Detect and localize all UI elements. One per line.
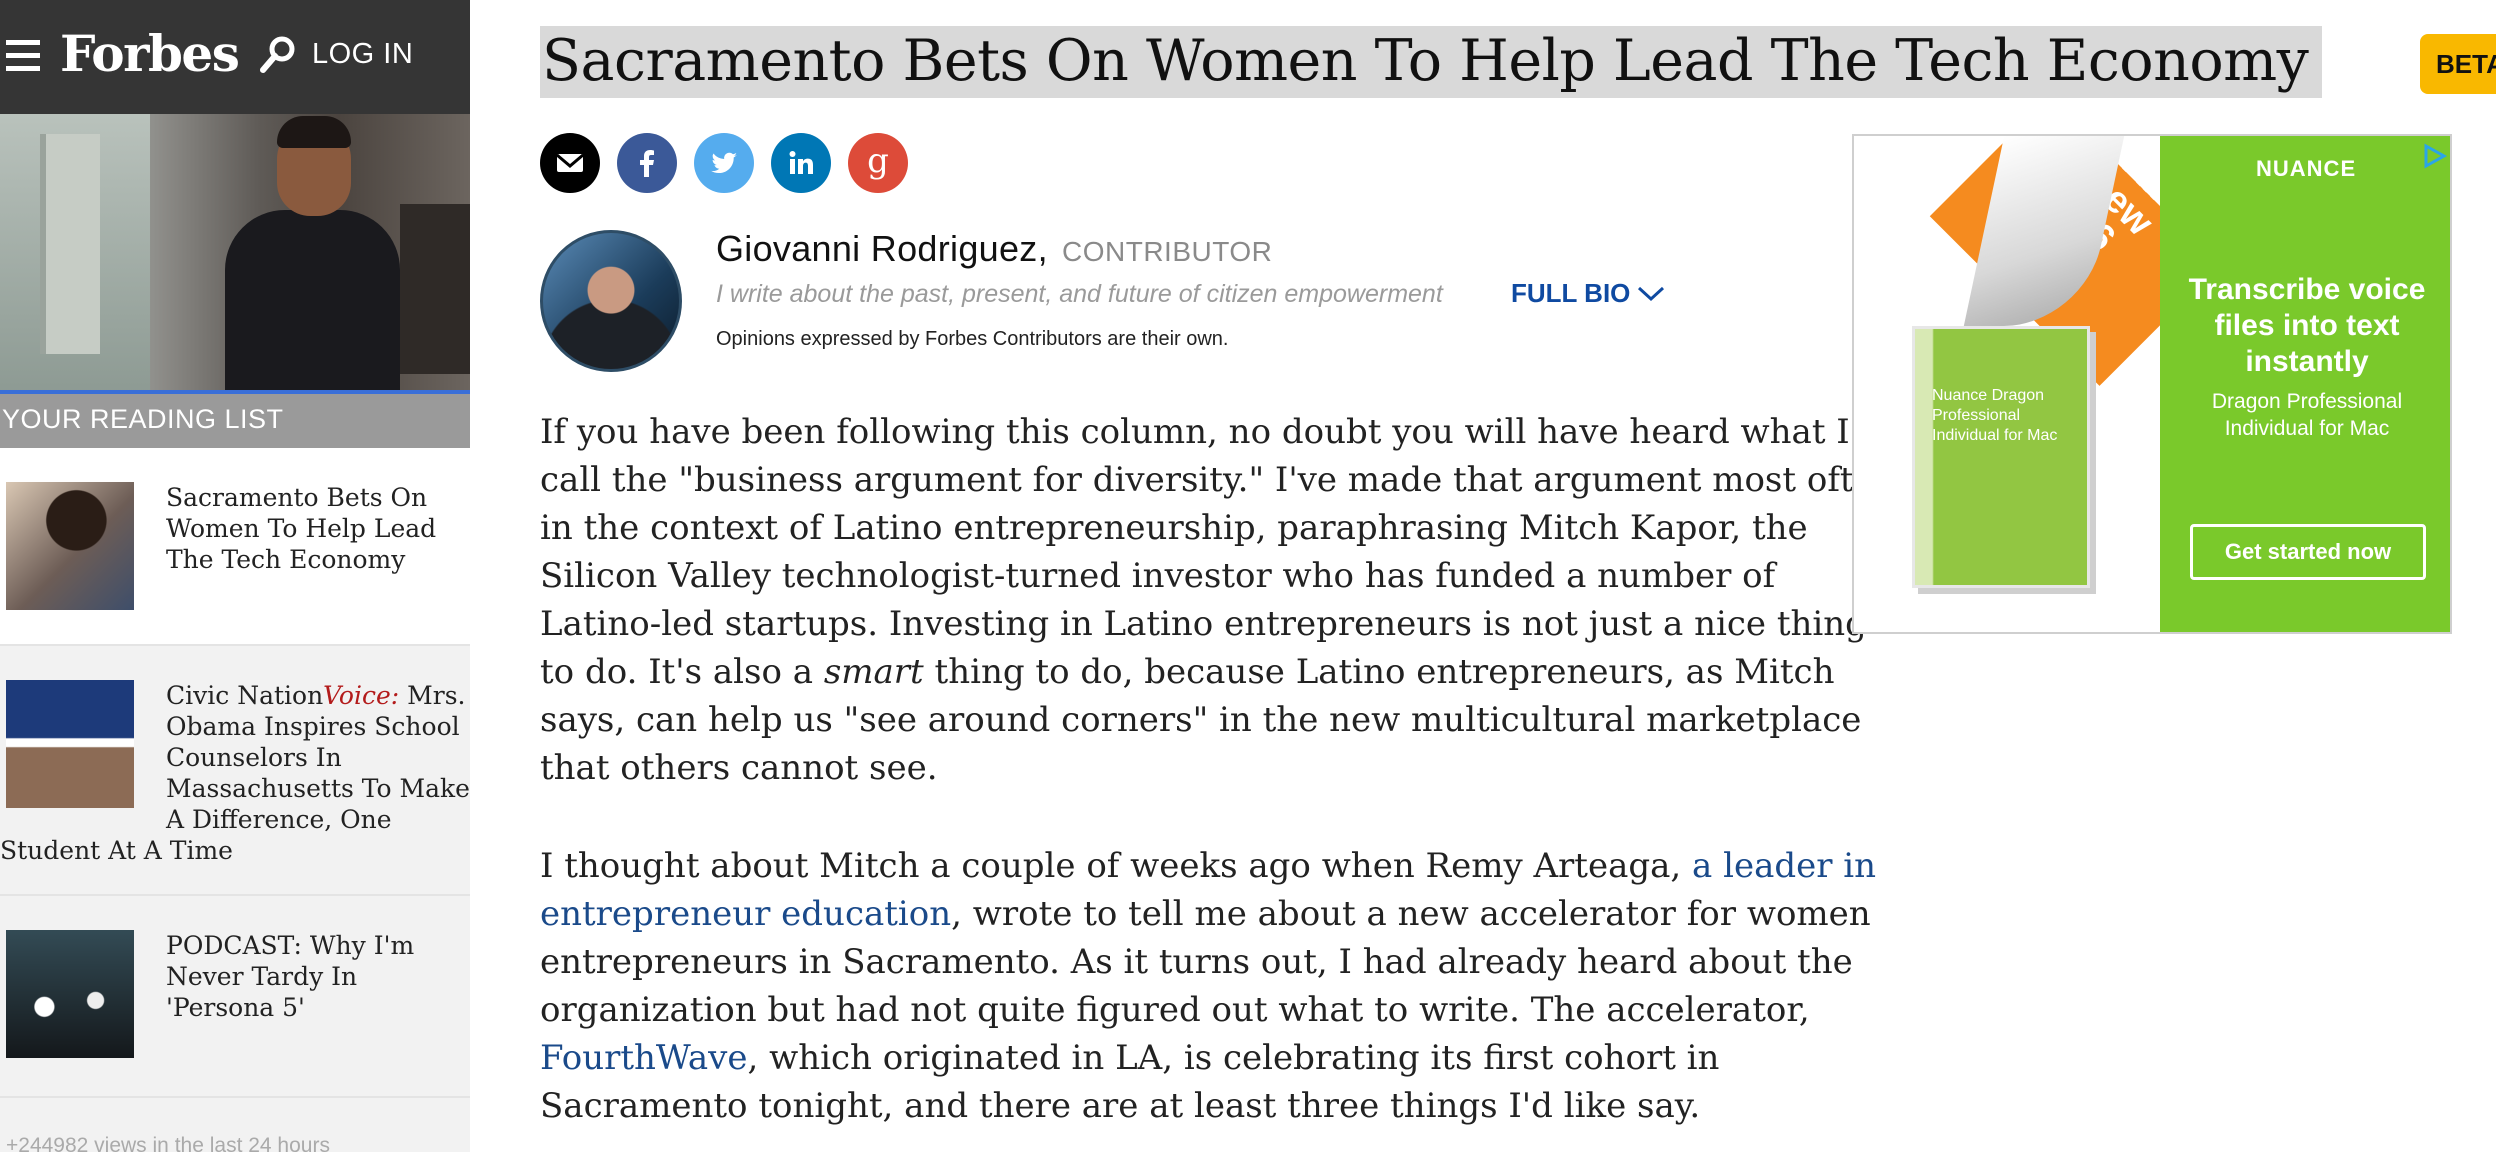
top-bar: Forbes LOG IN [0, 0, 470, 114]
linkedin-share-button[interactable] [771, 133, 831, 193]
beta-badge[interactable]: BETA [2420, 34, 2496, 94]
facebook-share-button[interactable] [617, 133, 677, 193]
leader-in-entrepreneur-education-link[interactable]: a leader in [1692, 846, 1876, 886]
chevron-down-icon [1638, 286, 1665, 301]
hamburger-menu-icon[interactable] [6, 40, 40, 74]
reading-list-thumbnail [6, 482, 134, 610]
email-share-button[interactable] [540, 133, 600, 193]
fourthwave-link[interactable]: FourthWave [540, 1038, 748, 1078]
forbes-logo[interactable]: Forbes [60, 24, 240, 83]
twitter-icon [711, 152, 737, 174]
reading-list-item[interactable]: Sacramento Bets On Women To Help Lead Th… [0, 448, 470, 646]
reading-list-item[interactable]: PODCAST: Why I'm Never Tardy In 'Persona… [0, 896, 470, 1098]
product-box-text: Nuance Dragon Professional Individual fo… [1932, 387, 2058, 444]
article-paragraph: I thought about Mitch a couple of weeks … [540, 846, 1877, 1126]
ad-subtext: Dragon Professional Individual for Mac [2211, 390, 2403, 440]
author-role: CONTRIBUTOR [1062, 236, 1273, 267]
social-share-bar: g [540, 133, 908, 193]
adchoices-icon[interactable] [2420, 142, 2448, 170]
article-headline: Sacramento Bets On Women To Help Lead Th… [540, 26, 2323, 98]
reading-list-thumbnail [6, 930, 134, 1058]
advertisement[interactable]: All new v6 Nuance Dragon Professional In… [1852, 134, 2452, 634]
left-rail: Forbes LOG IN YOUR READING LIST Sacramen… [0, 0, 470, 1152]
views-count: +244982 views in the last 24 hours [6, 1134, 330, 1152]
get-started-button[interactable]: Get started now [2190, 524, 2426, 580]
emphasis: smart [823, 652, 924, 692]
google-plus-share-button[interactable]: g [848, 133, 908, 193]
reading-list-thumbnail [6, 680, 134, 808]
email-icon [556, 153, 584, 172]
voice-label: Voice: [323, 681, 400, 710]
login-button[interactable]: LOG IN [258, 34, 413, 74]
nuance-logo: NUANCE [2256, 156, 2357, 181]
reading-list-title: YOUR READING LIST [0, 394, 470, 448]
full-bio-button[interactable]: FULL BIO [1511, 278, 1666, 309]
facebook-icon [640, 150, 654, 177]
login-label: LOG IN [312, 37, 414, 70]
google-plus-icon: g [867, 141, 889, 181]
author-name[interactable]: Giovanni Rodriguez, [716, 228, 1048, 270]
video-player[interactable] [0, 114, 470, 394]
ad-headline: Transcribe voice files into text instant… [2188, 273, 2426, 378]
reading-list-item[interactable]: Civic NationVoice: Mrs. Obama Inspires S… [0, 646, 470, 896]
article-paragraph: If you have been following this column, … [540, 412, 1896, 788]
reading-list-item-title: Sacramento Bets On Women To Help Lead Th… [166, 483, 437, 574]
contributor-disclaimer: Opinions expressed by Forbes Contributor… [716, 328, 1229, 350]
full-bio-label: FULL BIO [1511, 278, 1631, 308]
reading-list-item-channel: Civic Nation [166, 681, 324, 710]
reading-list-item-title: PODCAST: Why I'm Never Tardy In 'Persona… [166, 931, 415, 1022]
product-box-image [1912, 326, 2090, 588]
linkedin-icon [789, 151, 813, 174]
search-icon [260, 36, 295, 73]
twitter-share-button[interactable] [694, 133, 754, 193]
author-bio: I write about the past, present, and fut… [716, 280, 1443, 308]
author-avatar[interactable] [540, 230, 682, 372]
article-body: If you have been following this column, … [540, 408, 1896, 1152]
leader-in-entrepreneur-education-link[interactable]: entrepreneur education [540, 894, 951, 934]
